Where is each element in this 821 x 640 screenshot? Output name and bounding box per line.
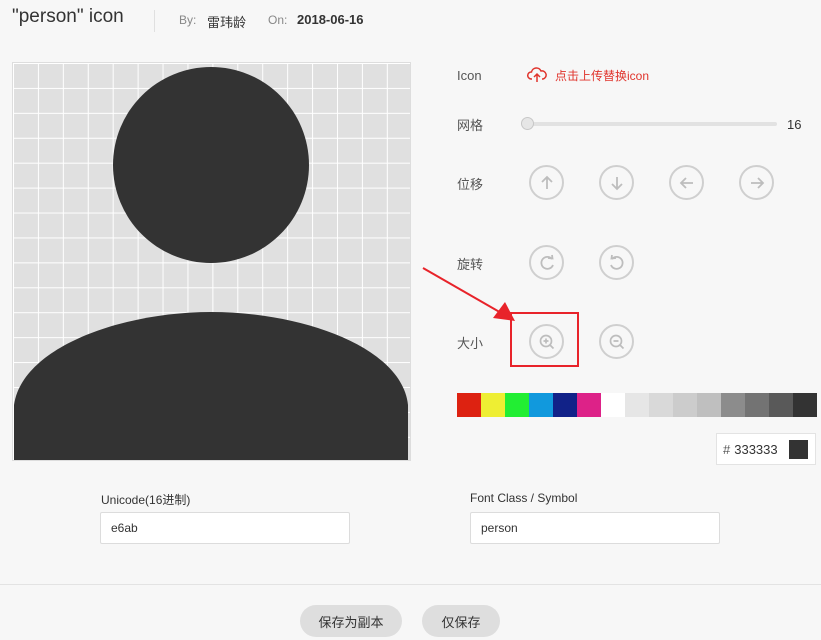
grid-slider-handle[interactable] [521, 117, 534, 130]
rotate-left-icon [609, 254, 623, 270]
grid-value: 16 [787, 117, 802, 132]
color-swatch[interactable] [793, 393, 817, 417]
color-swatch[interactable] [457, 393, 481, 417]
arrow-up-icon [540, 175, 553, 189]
move-left-button[interactable] [669, 165, 704, 200]
date-label: On: [268, 13, 288, 27]
page-title: "person" icon [12, 6, 124, 27]
save-as-copy-button[interactable]: 保存为副本 [300, 605, 402, 637]
upload-link[interactable]: 点击上传替换icon [527, 66, 649, 84]
unicode-input[interactable] [100, 512, 350, 544]
hash-symbol: # [723, 441, 731, 457]
annotation-arrow-icon [422, 267, 515, 321]
move-down-button[interactable] [599, 165, 634, 200]
grid-slider-track[interactable] [527, 122, 777, 126]
color-swatch[interactable] [601, 393, 625, 417]
upload-text: 点击上传替换icon [555, 68, 650, 83]
save-button[interactable]: 仅保存 [422, 605, 500, 637]
author-name: 雷玮龄 [207, 15, 247, 30]
size-label: 大小 [457, 336, 484, 351]
move-right-button[interactable] [739, 165, 774, 200]
font-class-label: Font Class / Symbol [470, 491, 578, 505]
date-value: 2018-06-16 [297, 12, 364, 27]
cloud-upload-icon [527, 67, 547, 82]
color-swatch[interactable] [553, 393, 577, 417]
rotate-right-icon [540, 254, 554, 270]
header-divider [154, 10, 155, 32]
icon-label: Icon [457, 68, 482, 83]
color-swatch[interactable] [577, 393, 601, 417]
rotate-clockwise-button[interactable] [529, 245, 564, 280]
footer-divider [0, 584, 821, 585]
move-up-button[interactable] [529, 165, 564, 200]
rotate-counterclockwise-button[interactable] [599, 245, 634, 280]
arrow-right-icon [750, 176, 764, 189]
color-swatch[interactable] [745, 393, 769, 417]
color-swatch[interactable] [721, 393, 745, 417]
zoom-out-icon [609, 334, 624, 349]
color-swatch[interactable] [529, 393, 553, 417]
color-swatch[interactable] [505, 393, 529, 417]
arrow-down-icon [610, 176, 623, 190]
zoom-out-button[interactable] [599, 324, 634, 359]
color-swatch[interactable] [769, 393, 793, 417]
color-hex-field[interactable]: # 333333 [716, 433, 816, 465]
color-hex-value: 333333 [734, 441, 778, 457]
color-swatch[interactable] [649, 393, 673, 417]
color-swatch[interactable] [625, 393, 649, 417]
icon-canvas [12, 62, 411, 461]
move-label: 位移 [457, 177, 484, 192]
color-swatch[interactable] [481, 393, 505, 417]
arrow-left-icon [679, 176, 693, 189]
font-class-input[interactable] [470, 512, 720, 544]
author-label: By: [179, 13, 197, 27]
color-palette [457, 393, 817, 417]
unicode-label: Unicode(16进制) [101, 493, 191, 507]
current-color-chip[interactable] [789, 440, 808, 459]
person-icon [14, 67, 408, 460]
color-swatch[interactable] [673, 393, 697, 417]
color-swatch[interactable] [697, 393, 721, 417]
grid-label: 网格 [457, 118, 484, 133]
